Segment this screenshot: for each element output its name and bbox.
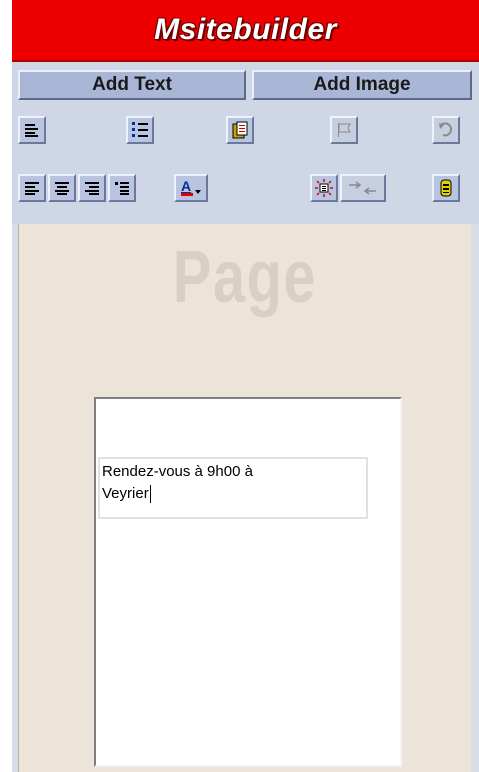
align-left-button[interactable] [18,174,46,202]
page-canvas[interactable]: Page Rendez-vous à 9h00 à Veyrier [18,224,471,772]
text-line-2: Veyrier [102,485,149,502]
swap-icon [348,181,378,195]
font-color-button[interactable]: A [174,174,208,202]
swap-button[interactable] [340,174,386,202]
paste-button[interactable] [226,116,254,144]
add-text-button[interactable]: Add Text [18,70,246,100]
numbered-list-icon [131,121,149,139]
text-block-editor[interactable]: Rendez-vous à 9h00 à Veyrier [98,457,368,519]
title-bar: Msitebuilder [12,0,479,62]
align-right-button[interactable] [78,174,106,202]
indent-icon [114,180,130,196]
app-title: Msitebuilder [154,13,337,46]
align-right-icon [84,180,100,196]
flag-icon [335,121,353,139]
svg-text:A: A [181,178,191,194]
add-image-button[interactable]: Add Image [252,70,472,100]
undo-button[interactable] [432,116,460,144]
flag-button[interactable] [330,116,358,144]
undo-icon [437,121,455,139]
text-caret [149,485,151,504]
bulleted-text-button[interactable] [18,116,46,144]
toolbar: Add Text Add Image A [12,62,479,224]
text-line-1: Rendez-vous à 9h00 à [102,463,253,480]
page-watermark: Page [172,235,318,318]
paste-icon [231,121,249,139]
msitebuilder-app: Msitebuilder Add Text Add Image A Page R… [12,0,479,772]
settings-icon [439,179,453,197]
indent-button[interactable] [108,174,136,202]
page-preview[interactable]: Rendez-vous à 9h00 à Veyrier [94,397,402,767]
highlight-icon [315,179,333,197]
numbered-list-button[interactable] [126,116,154,144]
highlight-button[interactable] [310,174,338,202]
align-center-icon [54,180,70,196]
align-left-icon [24,180,40,196]
bulleted-text-icon [24,122,40,138]
text-line-2-wrapper: Veyrier [102,483,364,505]
font-color-icon: A [179,178,203,198]
align-center-button[interactable] [48,174,76,202]
settings-button[interactable] [432,174,460,202]
